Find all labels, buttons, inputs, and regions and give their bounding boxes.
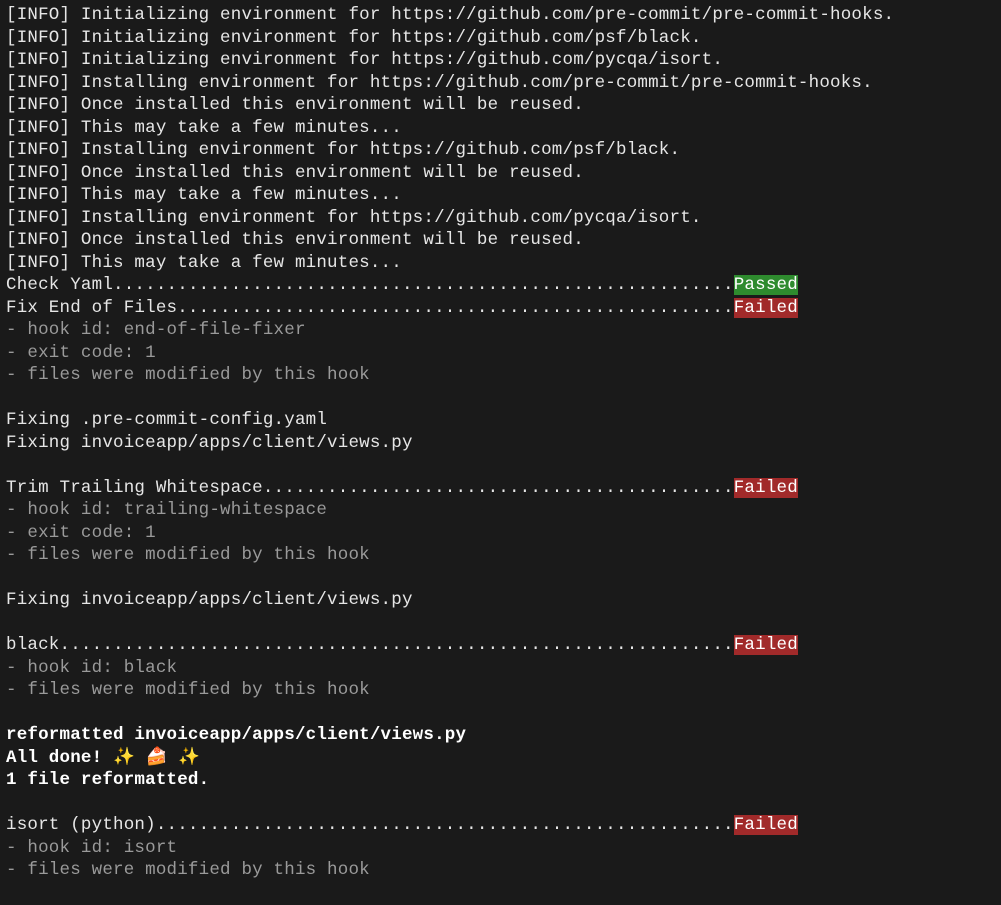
log-line: [INFO] This may take a few minutes... (6, 117, 995, 140)
hook-detail-line: - hook id: end-of-file-fixer (6, 319, 995, 342)
blank-line (6, 567, 995, 590)
status-failed-badge: Failed (734, 635, 798, 655)
hook-status-line: Check Yaml..............................… (6, 274, 995, 297)
log-line: [INFO] Once installed this environment w… (6, 94, 995, 117)
log-line: [INFO] Initializing environment for http… (6, 4, 995, 27)
status-dots: ........................................… (60, 635, 734, 655)
hook-status-line: Fix End of Files........................… (6, 297, 995, 320)
log-line: Fixing invoiceapp/apps/client/views.py (6, 589, 995, 612)
hook-status-line: Trim Trailing Whitespace................… (6, 477, 995, 500)
hook-detail-line: - hook id: trailing-whitespace (6, 499, 995, 522)
status-dots: ........................................… (113, 275, 734, 295)
status-dots: ........................................… (156, 815, 734, 835)
hook-detail-line: - files were modified by this hook (6, 859, 995, 882)
hook-detail-line: - exit code: 1 (6, 342, 995, 365)
hook-detail-line: - hook id: isort (6, 837, 995, 860)
log-line: [INFO] Installing environment for https:… (6, 139, 995, 162)
bold-output-line: All done! ✨ 🍰 ✨ (6, 747, 995, 770)
status-failed-badge: Failed (734, 478, 798, 498)
status-failed-badge: Failed (734, 298, 798, 318)
log-line: [INFO] This may take a few minutes... (6, 252, 995, 275)
log-line: Fixing .pre-commit-config.yaml (6, 409, 995, 432)
blank-line (6, 792, 995, 815)
log-line: [INFO] Once installed this environment w… (6, 229, 995, 252)
blank-line (6, 702, 995, 725)
status-dots: ........................................… (177, 298, 734, 318)
blank-line (6, 387, 995, 410)
terminal-output[interactable]: [INFO] Initializing environment for http… (0, 0, 1001, 905)
hook-name: Fix End of Files (6, 298, 177, 318)
hook-detail-line: - files were modified by this hook (6, 364, 995, 387)
bold-output-line: 1 file reformatted. (6, 769, 995, 792)
status-passed-badge: Passed (734, 275, 798, 295)
hook-detail-line: - files were modified by this hook (6, 679, 995, 702)
log-line: [INFO] Once installed this environment w… (6, 162, 995, 185)
log-line: [INFO] Installing environment for https:… (6, 207, 995, 230)
hook-status-line: black...................................… (6, 634, 995, 657)
hook-name: isort (python) (6, 815, 156, 835)
hook-name: Check Yaml (6, 275, 113, 295)
hook-name: Trim Trailing Whitespace (6, 478, 263, 498)
hook-status-line: isort (python)..........................… (6, 814, 995, 837)
blank-line (6, 882, 995, 905)
log-line: [INFO] This may take a few minutes... (6, 184, 995, 207)
blank-line (6, 612, 995, 635)
log-line: [INFO] Initializing environment for http… (6, 49, 995, 72)
blank-line (6, 454, 995, 477)
status-dots: ........................................… (263, 478, 734, 498)
log-line: [INFO] Installing environment for https:… (6, 72, 995, 95)
log-line: Fixing invoiceapp/apps/client/views.py (6, 432, 995, 455)
hook-detail-line: - hook id: black (6, 657, 995, 680)
hook-detail-line: - files were modified by this hook (6, 544, 995, 567)
hook-detail-line: - exit code: 1 (6, 522, 995, 545)
hook-name: black (6, 635, 60, 655)
bold-output-line: reformatted invoiceapp/apps/client/views… (6, 724, 995, 747)
status-failed-badge: Failed (734, 815, 798, 835)
log-line: [INFO] Initializing environment for http… (6, 27, 995, 50)
